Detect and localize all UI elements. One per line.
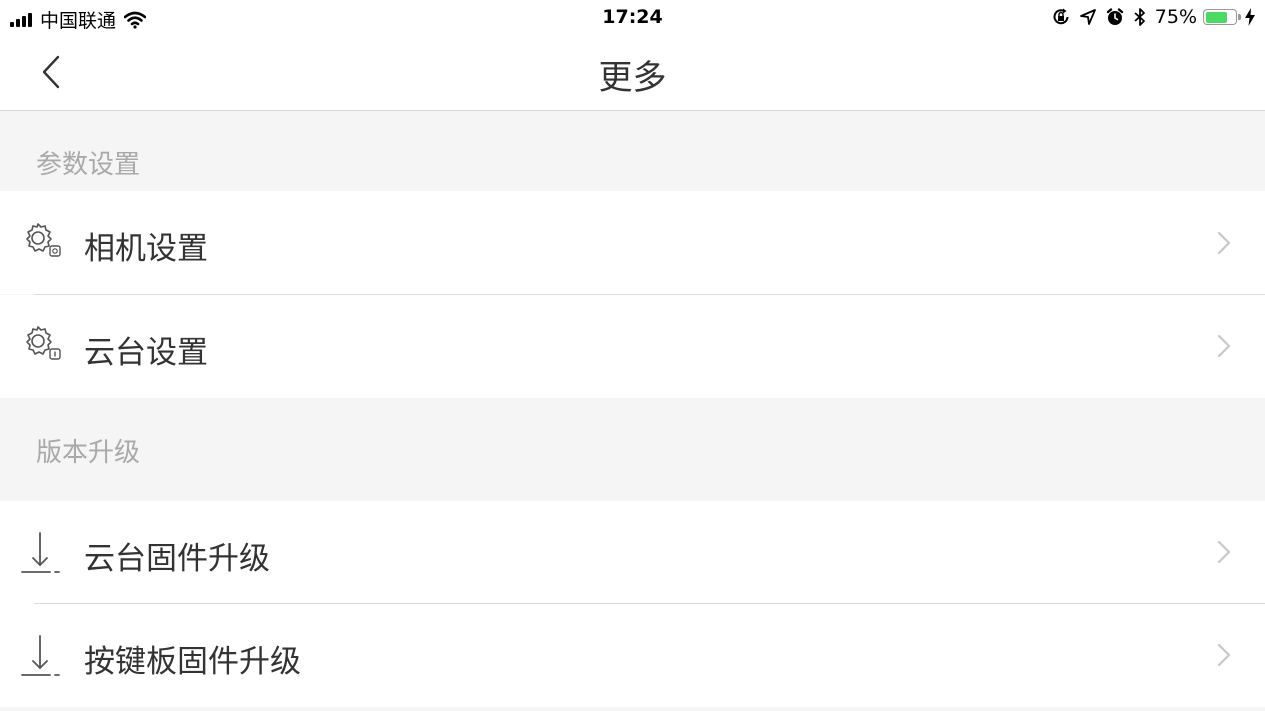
- status-bar: 中国联通 17:24 75%: [0, 0, 1265, 36]
- list-item-label: 云台设置: [84, 335, 208, 371]
- chevron-right-icon: [1217, 540, 1231, 564]
- section-header-label: 版本升级: [36, 438, 141, 468]
- list-item-camera-settings[interactable]: 相机设置: [0, 191, 1265, 294]
- battery-fill: [1205, 11, 1228, 23]
- bluetooth-icon: [1134, 8, 1145, 26]
- download-icon: [21, 635, 60, 676]
- battery-percent: 75%: [1154, 6, 1197, 28]
- alarm-icon: [1106, 8, 1123, 25]
- list-item-keypad-firmware-upgrade[interactable]: 按键板固件升级: [0, 604, 1265, 707]
- chevron-right-icon: [1217, 334, 1231, 358]
- location-icon: [1079, 9, 1096, 25]
- chevron-right-icon: [1217, 231, 1231, 255]
- orientation-lock-icon: [1053, 8, 1069, 25]
- charging-icon: [1245, 8, 1255, 26]
- gear-camera-icon: [26, 223, 61, 257]
- list-item-gimbal-firmware-upgrade[interactable]: 云台固件升级: [0, 501, 1265, 604]
- list-item-gimbal-settings[interactable]: 云台设置: [0, 295, 1265, 398]
- list-item-label: 按键板固件升级: [84, 644, 301, 680]
- battery-icon: [1203, 9, 1241, 25]
- download-icon: [21, 532, 60, 573]
- status-bar-right: 75%: [1043, 6, 1255, 28]
- nav-bar: 更多: [0, 36, 1265, 111]
- section-header-label: 参数设置: [36, 150, 141, 180]
- list-item-label: 相机设置: [84, 231, 208, 267]
- chevron-right-icon: [1217, 643, 1231, 667]
- page-title: 更多: [598, 58, 667, 98]
- section-header-version-upgrade: 版本升级: [0, 398, 1265, 500]
- list-item-label: 云台固件升级: [84, 541, 270, 577]
- gear-gimbal-icon: [26, 326, 61, 360]
